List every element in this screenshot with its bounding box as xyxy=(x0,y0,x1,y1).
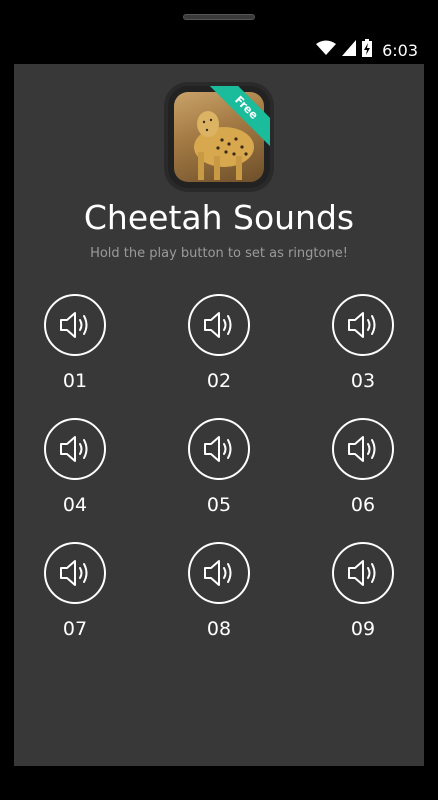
sound-item-07: 07 xyxy=(20,542,130,640)
sound-label-09: 09 xyxy=(350,618,376,640)
signal-icon xyxy=(342,40,357,60)
earpiece-slot xyxy=(183,14,255,20)
play-button-06[interactable] xyxy=(332,418,394,480)
sound-item-08: 08 xyxy=(164,542,274,640)
sound-item-05: 05 xyxy=(164,418,274,516)
battery-charging-icon xyxy=(362,39,373,61)
sound-label-07: 07 xyxy=(62,618,88,640)
app-screen: Free Cheetah Sounds Hold the play button… xyxy=(14,64,424,766)
sound-item-02: 02 xyxy=(164,294,274,392)
status-bar: 6:03 xyxy=(14,36,424,64)
sound-label-03: 03 xyxy=(350,370,376,392)
speaker-icon xyxy=(204,436,232,462)
play-button-02[interactable] xyxy=(188,294,250,356)
app-logo: Free xyxy=(168,86,270,188)
play-button-05[interactable] xyxy=(188,418,250,480)
speaker-icon xyxy=(348,312,376,338)
wifi-icon xyxy=(316,40,337,60)
sound-label-01: 01 xyxy=(62,370,88,392)
speaker-icon xyxy=(60,312,88,338)
status-time: 6:03 xyxy=(382,40,418,60)
status-icons: 6:03 xyxy=(316,38,418,62)
play-button-03[interactable] xyxy=(332,294,394,356)
app-subtitle: Hold the play button to set as ringtone! xyxy=(90,246,348,261)
speaker-icon xyxy=(60,436,88,462)
speaker-icon xyxy=(204,560,232,586)
speaker-icon xyxy=(60,560,88,586)
sound-label-04: 04 xyxy=(62,494,88,516)
sound-label-08: 08 xyxy=(206,618,232,640)
speaker-icon xyxy=(348,436,376,462)
play-button-01[interactable] xyxy=(44,294,106,356)
sound-label-06: 06 xyxy=(350,494,376,516)
speaker-icon xyxy=(348,560,376,586)
play-button-09[interactable] xyxy=(332,542,394,604)
play-button-04[interactable] xyxy=(44,418,106,480)
sound-item-04: 04 xyxy=(20,418,130,516)
sound-item-01: 01 xyxy=(20,294,130,392)
play-button-08[interactable] xyxy=(188,542,250,604)
sound-item-03: 03 xyxy=(308,294,418,392)
app-title: Cheetah Sounds xyxy=(83,198,355,237)
sound-label-02: 02 xyxy=(206,370,232,392)
sound-item-09: 09 xyxy=(308,542,418,640)
sound-item-06: 06 xyxy=(308,418,418,516)
sound-label-05: 05 xyxy=(206,494,232,516)
speaker-icon xyxy=(204,312,232,338)
device-frame: 6:03 Free Cheetah Sounds Hold the play b… xyxy=(0,0,438,800)
play-button-07[interactable] xyxy=(44,542,106,604)
